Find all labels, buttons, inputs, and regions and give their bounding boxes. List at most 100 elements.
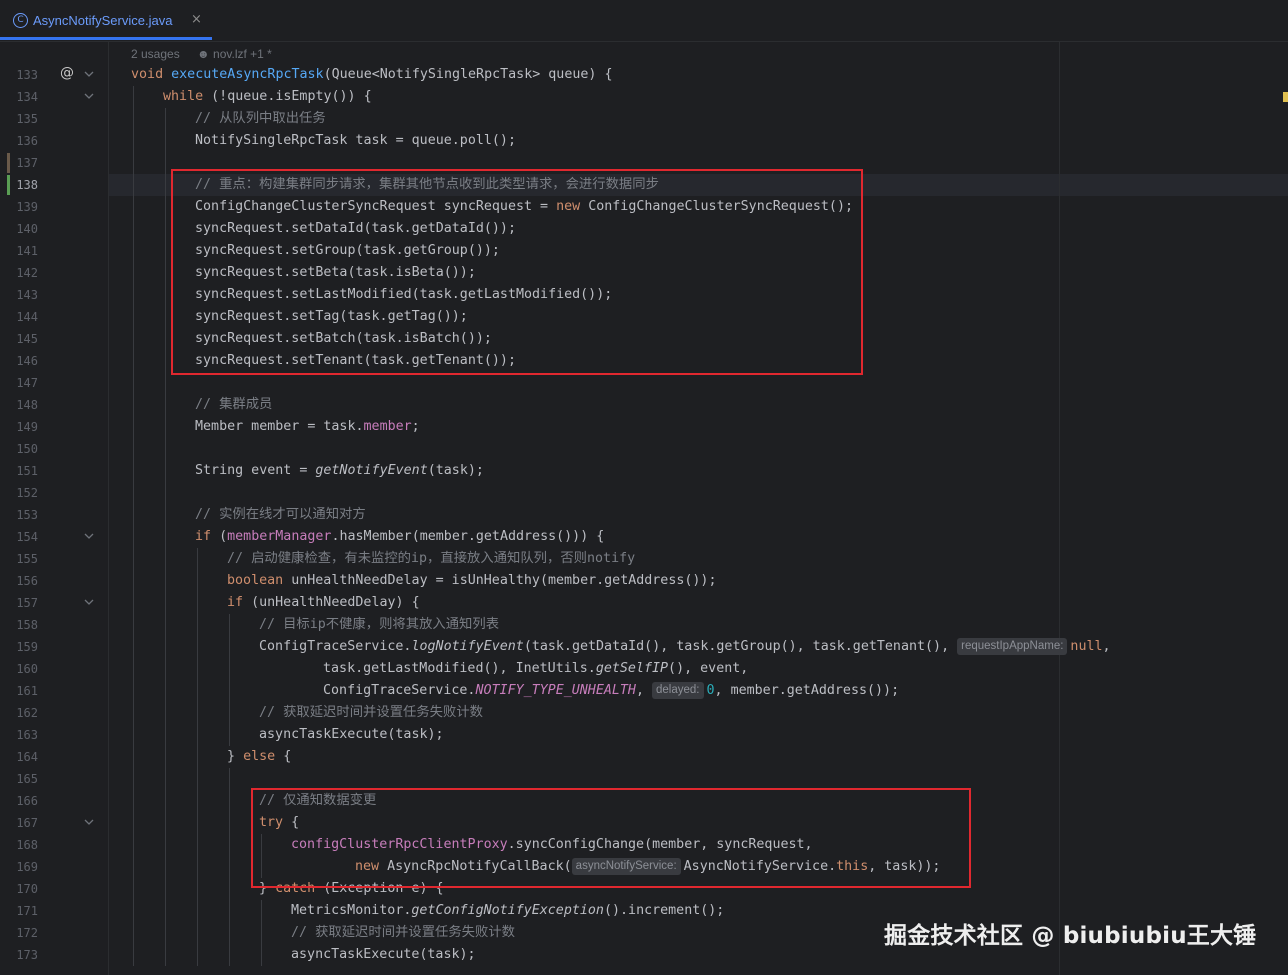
code-line[interactable]: asyncTaskExecute(task); [259,724,444,746]
code-token: getSelfIP [595,661,669,676]
line-number[interactable]: 144 [0,306,38,328]
line-number[interactable]: 173 [0,944,38,966]
line-number[interactable]: 164 [0,746,38,768]
line-number[interactable]: 147 [0,372,38,394]
line-number[interactable]: 137 [0,152,38,174]
line-number[interactable]: 151 [0,460,38,482]
line-number[interactable]: 145 [0,328,38,350]
line-number[interactable]: 138 [0,174,38,196]
line-number[interactable]: 171 [0,900,38,922]
line-number[interactable]: 141 [0,240,38,262]
code-editor[interactable]: @ 133 134 135 136 137 138 139 140 141 142 143 144 14… [0,42,1288,975]
code-line[interactable]: // 集群成员 [195,394,272,416]
indent-guide [165,460,166,482]
indent-guide [229,614,230,636]
line-number[interactable]: 170 [0,878,38,900]
code-line[interactable]: NotifySingleRpcTask task = queue.poll(); [195,130,516,152]
code-line[interactable]: if (memberManager.hasMember(member.getAd… [195,526,604,548]
line-number[interactable]: 134 [0,86,38,108]
indent-guide [133,130,134,152]
line-number[interactable]: 139 [0,196,38,218]
indent-guide [165,108,166,130]
line-number[interactable]: 135 [0,108,38,130]
line-number[interactable]: 158 [0,614,38,636]
indent-guide [133,174,134,196]
line-number[interactable]: 172 [0,922,38,944]
line-number[interactable]: 150 [0,438,38,460]
code-line[interactable]: // 启动健康检查，有未监控的ip，直接放入通知队列，否则notify [227,548,635,570]
line-number[interactable]: 136 [0,130,38,152]
line-number[interactable]: 160 [0,658,38,680]
code-line[interactable]: ConfigTraceService.logNotifyEvent(task.g… [259,636,1111,658]
fold-chevron-icon[interactable] [84,592,94,614]
code-line[interactable]: // 实例在线才可以通知对方 [195,504,366,526]
code-line[interactable]: boolean unHealthNeedDelay = isUnHealthy(… [227,570,716,592]
vcs-change-marker[interactable] [7,175,10,195]
highlight-box-sync-config [251,788,971,888]
indent-guide [133,768,134,790]
line-number[interactable]: 156 [0,570,38,592]
indent-guide [133,570,134,592]
line-number[interactable]: 148 [0,394,38,416]
line-number[interactable]: 167 [0,812,38,834]
line-number[interactable]: 159 [0,636,38,658]
indent-guide [229,922,230,944]
line-number[interactable]: 154 [0,526,38,548]
indent-guide [133,812,134,834]
fold-chevron-icon[interactable] [84,86,94,108]
line-number[interactable]: 133 [0,64,38,86]
code-line[interactable]: // 从队列中取出任务 [195,108,326,130]
close-tab-icon[interactable]: × [191,12,202,27]
usages-link[interactable]: 2 usages [131,47,180,61]
line-number[interactable]: 152 [0,482,38,504]
scrollbar-marker[interactable] [1283,92,1288,102]
code-line[interactable]: task.getLastModified(), InetUtils.getSel… [323,658,748,680]
line-number[interactable]: 140 [0,218,38,240]
code-lens[interactable]: 2 usages ☻ nov.lzf +1 * [131,43,272,65]
code-token: (task.getDataId(), task.getGroup(), task… [523,639,958,654]
code-line[interactable]: Member member = task.member; [195,416,420,438]
line-number[interactable]: 168 [0,834,38,856]
indent-guide [133,262,134,284]
vcs-change-marker[interactable] [7,153,10,173]
code-line[interactable]: if (unHealthNeedDelay) { [227,592,420,614]
line-number[interactable]: 161 [0,680,38,702]
code-line[interactable]: String event = getNotifyEvent(task); [195,460,484,482]
indent-guide [165,812,166,834]
override-icon[interactable]: @ [60,65,74,81]
indent-guide [229,790,230,812]
indent-guide [133,504,134,526]
code-line[interactable]: while (!queue.isEmpty()) { [163,86,372,108]
indent-guide [197,548,198,570]
code-line[interactable]: ConfigTraceService.NOTIFY_TYPE_UNHEALTH,… [323,680,899,702]
code-line[interactable]: // 目标ip不健康，则将其放入通知列表 [259,614,499,636]
code-token: NotifySingleRpcTask task = queue.poll(); [195,133,516,148]
code-line[interactable]: MetricsMonitor.getConfigNotifyException(… [291,900,724,922]
line-number[interactable]: 166 [0,790,38,812]
line-number[interactable]: 165 [0,768,38,790]
author-label[interactable]: nov.lzf +1 * [213,47,272,61]
line-number[interactable]: 155 [0,548,38,570]
indent-guide [165,724,166,746]
code-line[interactable]: // 获取延迟时间并设置任务失败计数 [291,922,515,944]
code-line[interactable]: asyncTaskExecute(task); [291,944,476,966]
code-line[interactable]: } else { [227,746,291,768]
indent-guide [165,504,166,526]
fold-chevron-icon[interactable] [84,812,94,834]
tab-async-notify-service[interactable]: C AsyncNotifyService.java × [0,0,212,40]
fold-chevron-icon[interactable] [84,526,94,548]
line-number[interactable]: 149 [0,416,38,438]
fold-chevron-icon[interactable] [84,64,94,86]
indent-guide [165,416,166,438]
line-number[interactable]: 153 [0,504,38,526]
line-number[interactable]: 169 [0,856,38,878]
line-number[interactable]: 142 [0,262,38,284]
line-number[interactable]: 146 [0,350,38,372]
code-comment: // 获取延迟时间并设置任务失败计数 [291,925,515,940]
line-number[interactable]: 157 [0,592,38,614]
line-number[interactable]: 143 [0,284,38,306]
line-number[interactable]: 163 [0,724,38,746]
code-line[interactable]: void executeAsyncRpcTask(Queue<NotifySin… [131,64,612,86]
code-line[interactable]: // 获取延迟时间并设置任务失败计数 [259,702,483,724]
line-number[interactable]: 162 [0,702,38,724]
